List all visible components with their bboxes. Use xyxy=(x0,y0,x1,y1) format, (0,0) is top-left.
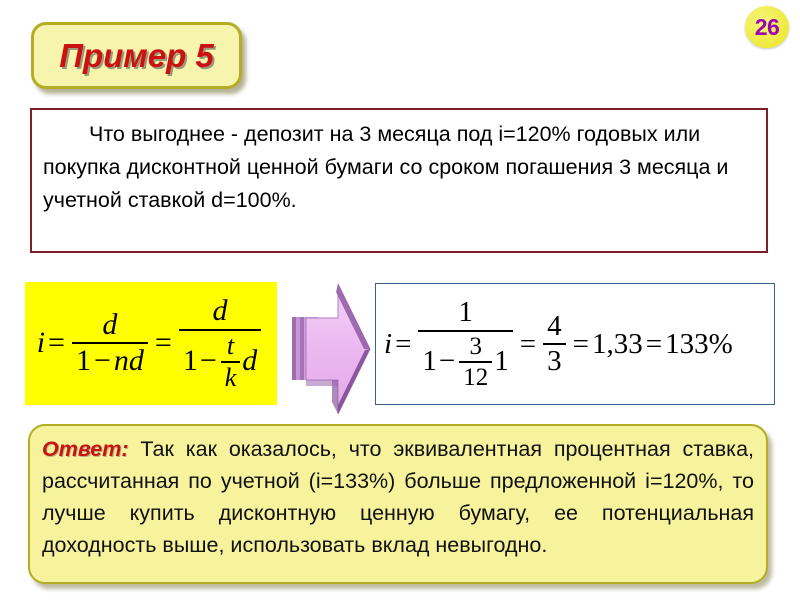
formula-left-frac1-den-nd: nd xyxy=(113,344,144,378)
page-number-text: 26 xyxy=(754,13,780,40)
formula-left-frac1-den-minus: − xyxy=(93,344,111,378)
formula-left-frac2-den-one: 1 xyxy=(182,344,198,378)
formula-right-frac1-numerator: 1 xyxy=(458,296,473,329)
formula-left-frac2-den-minus: − xyxy=(199,344,217,378)
formula-left-frac1-denominator: 1 − nd xyxy=(72,344,148,378)
formula-right-equals-1: = xyxy=(395,327,412,360)
formula-right-frac1-denominator: 1 − 3 12 1 xyxy=(418,333,512,391)
answer-label: Ответ: xyxy=(42,437,129,461)
general-formula-expression: i = d 1 − nd = d 1 − t k d xyxy=(36,294,266,392)
formula-left-inner-den-k: k xyxy=(224,362,237,392)
solution-formula-expression: i = 1 1 − 3 12 1 = 4 3 = 1,33 = 133% xyxy=(384,296,733,391)
formula-left-fraction-2: d 1 − t k d xyxy=(178,294,262,392)
problem-statement-text: Что выгоднее - депозит на 3 месяца под i… xyxy=(43,122,729,212)
answer-text: Так как оказалось, что эквивалентная про… xyxy=(42,437,754,557)
fraction-bar xyxy=(459,360,493,363)
formula-right-inner-num-3: 3 xyxy=(469,332,483,360)
formula-right-frac2-denominator: 3 xyxy=(547,345,562,377)
fraction-bar xyxy=(418,329,513,332)
formula-right-frac2-numerator: 4 xyxy=(547,309,562,342)
formula-right-inner-den-12: 12 xyxy=(463,363,489,391)
page-number-badge: 26 xyxy=(745,6,789,48)
arrow-right-icon xyxy=(286,262,374,427)
formula-left-lhs: i xyxy=(36,326,46,360)
formula-right-frac1-den-minus: − xyxy=(438,345,456,377)
fraction-bar xyxy=(178,328,262,331)
formula-right-decimal-value: 1,33 xyxy=(592,327,643,360)
formula-right-equals-4: = xyxy=(645,327,663,360)
formula-right-frac1-den-one: 1 xyxy=(422,345,437,377)
formula-right-equals-3: = xyxy=(572,327,589,360)
answer-paragraph: Ответ: Так как оказалось, что эквивалент… xyxy=(42,433,754,561)
formula-left-inner-fraction-tk: t k xyxy=(220,330,241,392)
formula-left-inner-num-t: t xyxy=(226,330,235,360)
formula-left-fraction-1: d 1 − nd xyxy=(71,308,148,378)
formula-right-lhs: i xyxy=(384,327,393,360)
formula-left-equals-1: = xyxy=(48,326,65,360)
problem-statement-box: Что выгоднее - депозит на 3 месяца под i… xyxy=(30,108,768,253)
slide-title-plate: Пример 5 xyxy=(31,22,242,89)
formula-left-frac1-den-one: 1 xyxy=(75,344,91,378)
general-formula-box: i = d 1 − nd = d 1 − t k d xyxy=(25,282,277,405)
formula-left-frac2-numerator: d xyxy=(212,294,228,328)
page-title: Пример 5 xyxy=(59,36,214,74)
formula-right-fraction-1: 1 1 − 3 12 1 xyxy=(418,296,513,391)
answer-box: Ответ: Так как оказалось, что эквивалент… xyxy=(28,424,768,584)
formula-right-inner-fraction-3-12: 3 12 xyxy=(459,332,493,391)
formula-right-frac1-den-tail: 1 xyxy=(494,345,509,377)
solution-formula-box: i = 1 1 − 3 12 1 = 4 3 = 1,33 = 133% xyxy=(375,283,775,405)
formula-left-frac2-denominator: 1 − t k d xyxy=(179,330,261,392)
formula-left-frac2-den-d: d xyxy=(242,344,258,378)
formula-right-equals-2: = xyxy=(519,327,537,360)
slide-canvas: 26 Пример 5 Что выгоднее - депозит на 3 … xyxy=(0,0,800,600)
formula-left-equals-2: = xyxy=(154,326,172,360)
formula-right-fraction-2: 4 3 xyxy=(543,309,566,378)
formula-right-percent-value: 133% xyxy=(665,327,733,360)
formula-left-frac1-numerator: d xyxy=(102,308,118,342)
